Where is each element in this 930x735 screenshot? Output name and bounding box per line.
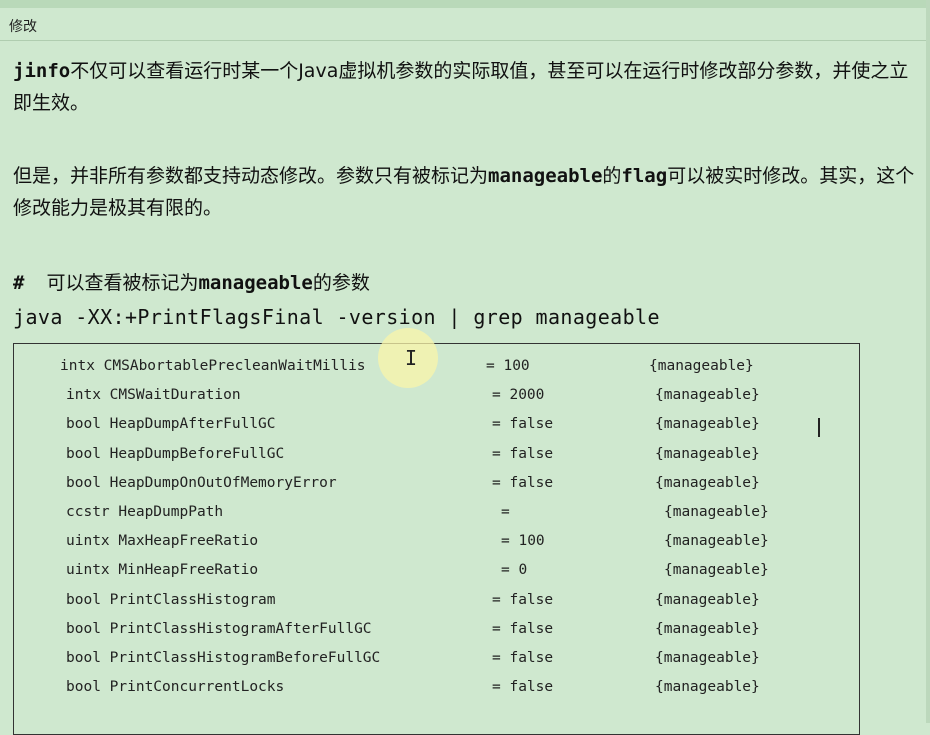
flag-type-name: bool PrintConcurrentLocks: [66, 679, 285, 696]
flag-type-name: intx CMSWaitDuration: [66, 387, 241, 404]
flag-value: = 100: [501, 533, 545, 550]
flag-row: bool PrintClassHistogramAfterFullGC = fal…: [14, 621, 859, 645]
paragraph-2-mid: 的: [602, 165, 622, 187]
flag-tag: {manageable}: [649, 358, 754, 374]
jinfo-keyword: jinfo: [13, 60, 71, 82]
paragraph-2-pre: 但是，并非所有参数都支持动态修改。参数只有被标记为: [13, 165, 489, 187]
flags-output-box: intx CMSAbortablePrecleanWaitMillis = 100…: [13, 343, 860, 735]
flag-value: = false: [492, 445, 554, 462]
window-title: 修改: [9, 19, 37, 35]
flag-value: = false: [492, 416, 554, 433]
flag-type-name: bool HeapDumpOnOutOfMemoryError: [66, 474, 337, 491]
flag-row: bool HeapDumpBeforeFullGC = false {managea…: [14, 446, 859, 470]
flag-tag: {manageable}: [655, 620, 760, 637]
flag-keyword: flag: [621, 165, 668, 187]
flag-type-name: bool HeapDumpAfterFullGC: [66, 416, 276, 433]
command-line: java -XX:+PrintFlagsFinal -version | gre…: [13, 305, 660, 329]
comment-hash: #: [13, 272, 25, 294]
scrollbar-edge[interactable]: [926, 0, 930, 723]
ibeam-cursor-icon: I: [405, 346, 418, 370]
flag-value: = false: [492, 620, 554, 637]
manageable-keyword: manageable: [488, 165, 603, 187]
paragraph-1: jinfo不仅可以查看运行时某一个Java虚拟机参数的实际取值，甚至可以在运行时…: [13, 55, 918, 119]
flag-tag: {manageable}: [655, 474, 760, 491]
flag-type-name: uintx MinHeapFreeRatio: [66, 562, 259, 579]
flag-row: bool PrintClassHistogram = false {manageab…: [14, 592, 859, 616]
flag-value: = false: [492, 650, 554, 666]
paragraph-2: 但是，并非所有参数都支持动态修改。参数只有被标记为manageable的flag…: [13, 160, 918, 224]
flag-type-name: ccstr HeapDumpPath: [66, 504, 224, 520]
title-bar: 修改: [0, 8, 930, 41]
flag-row: uintx MaxHeapFreeRatio = 100 {manageable}: [14, 533, 859, 557]
comment-post: 的参数: [312, 272, 370, 294]
comment-keyword: manageable: [198, 272, 313, 294]
flag-row: bool PrintClassHistogramBeforeFullGC = fa…: [14, 650, 859, 674]
flag-tag: {manageable}: [655, 416, 760, 433]
flag-value: = false: [492, 679, 554, 696]
flag-tag: {manageable}: [655, 650, 760, 666]
flag-tag: {manageable}: [655, 387, 760, 404]
flag-value: = 0: [501, 562, 528, 579]
flag-type-name: bool PrintClassHistogramAfterFullGC: [66, 620, 372, 637]
flag-type-name: bool HeapDumpBeforeFullGC: [66, 445, 285, 462]
flag-row: ccstr HeapDumpPath = {manageable}: [14, 504, 859, 528]
flag-row: bool PrintConcurrentLocks = false {managea…: [14, 679, 859, 703]
flag-value: = 100: [486, 358, 530, 374]
flag-row: bool HeapDumpAfterFullGC = false {manageab…: [14, 416, 859, 440]
flag-tag: {manageable}: [655, 445, 760, 462]
flag-tag: {manageable}: [664, 562, 769, 579]
flag-type-name: bool PrintClassHistogram: [66, 591, 276, 608]
flag-row: uintx MinHeapFreeRatio = 0 {manageable}: [14, 562, 859, 586]
flag-tag: {manageable}: [664, 533, 769, 550]
comment-line: # 可以查看被标记为manageable的参数: [13, 267, 370, 299]
flag-tag: {manageable}: [655, 591, 760, 608]
flag-value: = false: [492, 591, 554, 608]
flag-type-name: intx CMSAbortablePrecleanWaitMillis: [60, 358, 366, 374]
paragraph-1-text: 不仅可以查看运行时某一个Java虚拟机参数的实际取值，甚至可以在运行时修改部分参…: [13, 60, 909, 114]
flag-tag: {manageable}: [664, 504, 769, 520]
flag-value: = false: [492, 474, 554, 491]
text-caret: [818, 418, 820, 437]
flag-row: bool HeapDumpOnOutOfMemoryError = false {m…: [14, 475, 859, 499]
flag-value: =: [501, 504, 510, 520]
flag-row: intx CMSWaitDuration = 2000 {manageable}: [14, 387, 859, 411]
comment-pre: 可以查看被标记为: [46, 272, 199, 294]
flag-tag: {manageable}: [655, 679, 760, 696]
flag-type-name: bool PrintClassHistogramBeforeFullGC: [66, 650, 381, 666]
flag-type-name: uintx MaxHeapFreeRatio: [66, 533, 259, 550]
flag-value: = 2000: [492, 387, 545, 404]
